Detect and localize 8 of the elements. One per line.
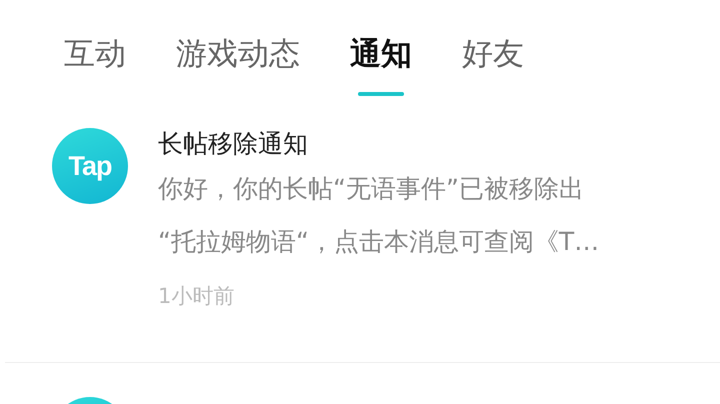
notice-message[interactable]: 你好，你的长帖“无语事件”已被移除出 “托拉姆物语“，点击本消息可查阅《T… <box>158 162 600 268</box>
tab[interactable]: 互动 <box>64 0 126 75</box>
notice-time: 1小时前 <box>158 283 236 310</box>
tab[interactable]: 好友 <box>462 0 524 75</box>
tab[interactable]: 通知 <box>350 0 412 75</box>
tab[interactable]: 游戏动态 <box>176 0 300 75</box>
notice-title: 长帖移除通知 <box>158 128 309 160</box>
app-logo: Tap <box>52 128 128 204</box>
